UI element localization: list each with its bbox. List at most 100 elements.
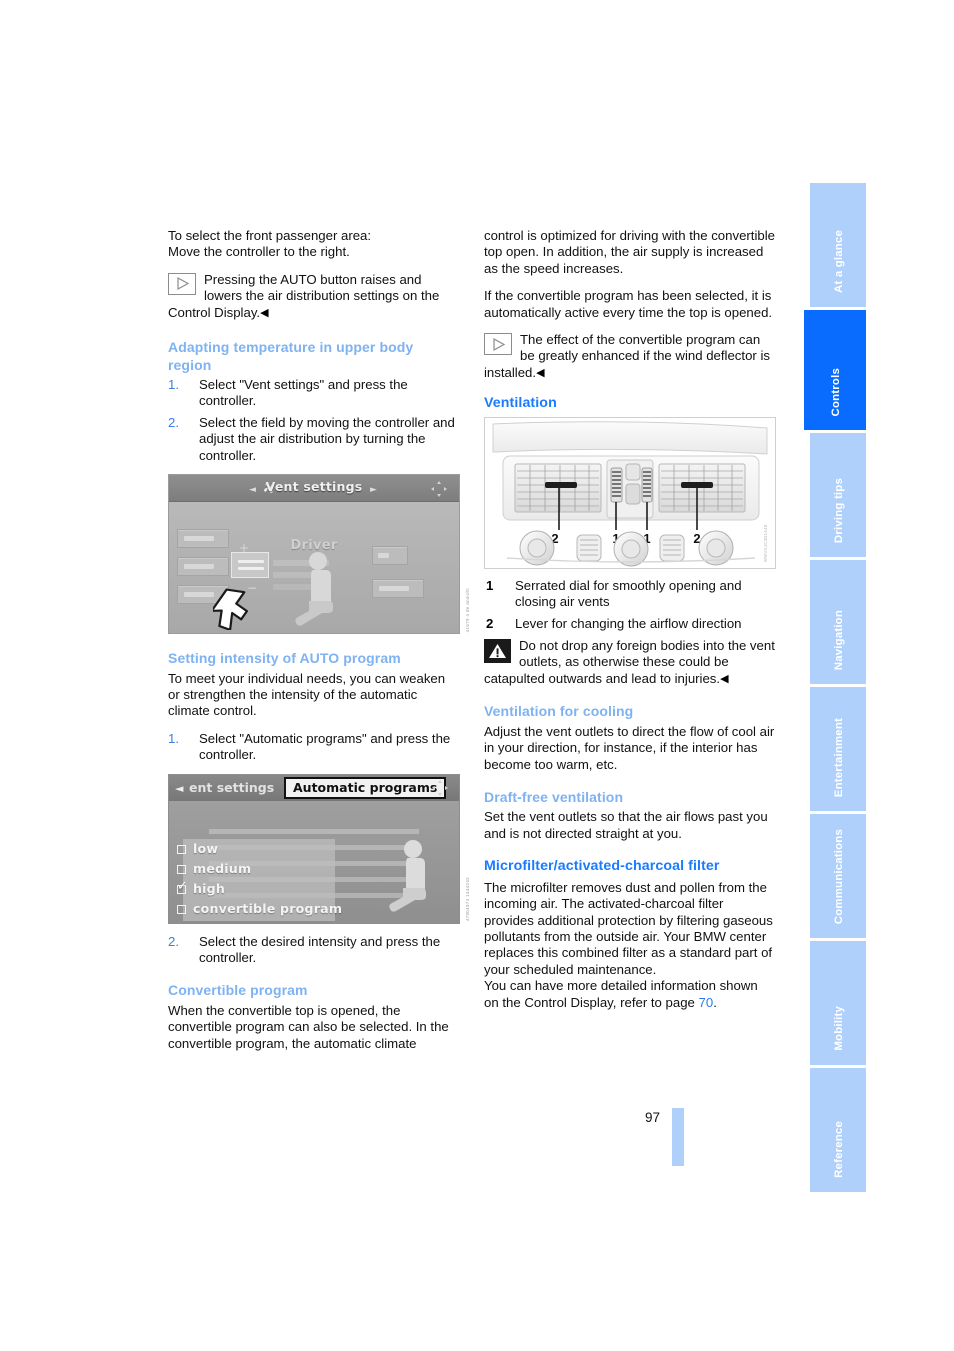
page-number-bar (672, 1108, 684, 1166)
note-endmark: ◀ (536, 366, 545, 379)
heading-setting-intensity: Setting intensity of AUTO program (168, 650, 401, 667)
compass-icon (429, 479, 449, 499)
cd-title: Vent settings (265, 479, 363, 495)
seat-pictogram (287, 546, 353, 630)
legend-number: 2 (486, 615, 494, 631)
tab-reference[interactable]: Reference (810, 1068, 866, 1192)
option-label: high (193, 880, 226, 896)
tab-label: Driving tips (833, 477, 845, 543)
warning-foreign-bodies: Do not drop any foreign bodies into the … (484, 638, 776, 687)
figure-vent-settings: ◄ Vent settings ► Driver + − 41679 4 de … (168, 474, 470, 635)
list-item: 1 Serrated dial for smoothly opening and… (484, 578, 776, 611)
right-column: control is optimized for driving with th… (484, 228, 776, 1022)
tab-driving-tips[interactable]: Driving tips (810, 433, 866, 557)
vent-tile[interactable] (177, 529, 229, 549)
cursor-arrow-icon (210, 586, 251, 632)
figure-caption-code: 47904974 1444242 (464, 877, 470, 922)
note-endmark: ◀ (260, 306, 269, 319)
page-number: 97 (645, 1110, 661, 1125)
legend-number: 1 (486, 577, 494, 593)
list-item: 1. Select "Vent settings" and press the … (168, 377, 460, 410)
back-arrow-icon[interactable]: ◄ (175, 781, 183, 797)
tab-label: At a glance (833, 230, 845, 293)
warning-endmark: ◀ (720, 672, 729, 685)
heading-ventilation: Ventilation (484, 395, 557, 412)
list-item-high[interactable]: high (177, 879, 226, 897)
note-text: Pressing the AUTO button raises and lowe… (168, 271, 440, 320)
tab-entertainment[interactable]: Entertainment (810, 687, 866, 811)
legend-text: Lever for changing the airflow direction (515, 615, 742, 631)
microfilter-body-2-post: . (713, 994, 717, 1010)
checkbox-icon[interactable] (177, 864, 186, 874)
list-item: 2. Select the field by moving the contro… (168, 415, 460, 464)
chevron-right-icon[interactable]: ► (370, 482, 377, 498)
option-label: low (193, 840, 219, 856)
list-item-low[interactable]: low (177, 841, 218, 857)
tab-mobility[interactable]: Mobility (810, 941, 866, 1065)
checkbox-checked-icon[interactable] (177, 879, 188, 895)
adapting-steps: 1. Select "Vent settings" and press the … (168, 377, 460, 464)
seat-pictogram (379, 835, 441, 917)
list-item: 2 Lever for changing the airflow directi… (484, 616, 776, 632)
figure-caption-code: 41679 4 de ansicht (464, 587, 470, 633)
tab-communications[interactable]: Communications (810, 814, 866, 938)
tab-navigation[interactable]: Navigation (810, 560, 866, 684)
intro-line-1: To select the front passenger area: (168, 228, 372, 243)
heading-adapting-temperature: Adapting temperature in upper body regio… (168, 339, 414, 373)
vent-tile-selected[interactable] (231, 552, 269, 579)
figure-caption-code: WWVNJC3D1A4E (762, 523, 768, 562)
section-tab-rail: At a glance Controls Driving tips Naviga… (804, 183, 866, 1195)
step-text: Select the desired intensity and press t… (199, 933, 441, 965)
auto-steps-2: 2. Select the desired intensity and pres… (168, 934, 460, 967)
breadcrumb[interactable]: ent settings (189, 780, 274, 796)
note-auto-button: Pressing the AUTO button raises and lowe… (168, 272, 460, 321)
option-label: convertible program (193, 900, 343, 916)
vent-tile[interactable] (372, 579, 424, 599)
heading-ventilation-for-cooling: Ventilation for cooling (484, 703, 634, 720)
continued-paragraph-1: control is optimized for driving with th… (484, 228, 775, 276)
vent-tile[interactable] (177, 557, 229, 577)
note-text: The effect of the convertible program ca… (484, 332, 770, 380)
tab-controls[interactable]: Controls (804, 310, 866, 430)
page-reference-link[interactable]: 70 (699, 995, 714, 1010)
figure-ventilation-vents: 2 1 1 2 WWVNJC3D1A4E (484, 416, 776, 569)
note-triangle-icon (484, 333, 512, 356)
draft-free-body: Set the vent outlets so that the air flo… (484, 809, 768, 841)
list-item: 2. Select the desired intensity and pres… (168, 934, 460, 967)
continued-paragraph-2: If the convertible program has been sele… (484, 288, 773, 320)
option-label: medium (193, 860, 252, 876)
list-item-medium[interactable]: medium (177, 861, 251, 877)
left-column: To select the front passenger area: Move… (168, 228, 470, 1063)
cooling-body: Adjust the vent outlets to direct the fl… (484, 723, 775, 772)
step-text: Select "Vent settings" and press the con… (199, 377, 408, 409)
compass-icon (430, 778, 450, 798)
note-triangle-icon (168, 272, 196, 295)
tab-label: Controls (830, 367, 842, 416)
control-display-vent-settings: ◄ Vent settings ► Driver + − (168, 474, 460, 635)
warning-text: Do not drop any foreign bodies into the … (484, 637, 775, 686)
tab-label: Mobility (833, 1006, 845, 1051)
tab-label: Reference (833, 1121, 845, 1178)
step-number: 1. (168, 377, 179, 393)
intro-line-2: Move the controller to the right. (168, 244, 350, 260)
cd-body: Driver + − (169, 502, 459, 634)
ventilation-legend: 1 Serrated dial for smoothly opening and… (484, 578, 776, 632)
selected-menu-title[interactable]: Automatic programs (284, 776, 447, 799)
tab-label: Navigation (833, 609, 845, 670)
figure-automatic-programs: ◄ ent settings Automatic programs low me… (168, 773, 470, 924)
legend-text: Serrated dial for smoothly opening and c… (515, 577, 742, 610)
microfilter-body-2: You can have more detailed information s… (484, 978, 776, 1011)
list-item-convertible-program[interactable]: convertible program (177, 901, 342, 917)
vent-tile[interactable] (372, 546, 408, 566)
checkbox-icon[interactable] (177, 844, 186, 854)
tab-at-a-glance[interactable]: At a glance (810, 183, 866, 307)
checkbox-icon[interactable] (177, 904, 186, 914)
convertible-program-body: When the convertible top is opened, the … (168, 1002, 449, 1051)
cd-body: low medium high convertible program (169, 800, 459, 923)
heading-draft-free-ventilation: Draft-free ventilation (484, 788, 624, 805)
step-number: 1. (168, 730, 179, 746)
auto-steps-1: 1. Select "Automatic programs" and press… (168, 731, 460, 764)
microfilter-body-1: The microfilter removes dust and pollen … (484, 879, 773, 977)
heading-convertible-program: Convertible program (168, 982, 308, 999)
heading-microfilter: Microfilter/activated-charcoal filter (484, 858, 720, 875)
